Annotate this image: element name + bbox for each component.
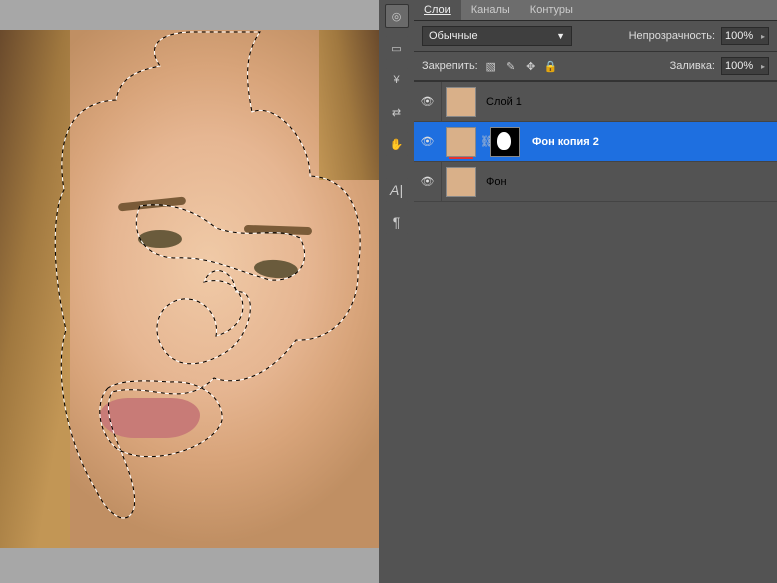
visibility-eye-icon[interactable]: 👁 [414, 82, 442, 121]
link-mask-icon[interactable]: ⛓ [480, 135, 490, 148]
chevron-right-icon: ▸ [761, 62, 765, 71]
layers-panel: Слои Каналы Контуры Обычные ▼ Непрозрачн… [414, 0, 777, 583]
lock-move-icon[interactable]: ✥ [524, 59, 538, 73]
app-root: ◎ ▭ ¥ ⇄ ✋ A| ¶ Слои Каналы Контуры Обычн… [0, 0, 777, 583]
brush-icon[interactable]: ¥ [385, 68, 409, 92]
tab-layers[interactable]: Слои [414, 0, 461, 20]
fill-label: Заливка: [670, 60, 715, 72]
tab-paths[interactable]: Контуры [520, 0, 583, 20]
layer-name[interactable]: Фон [486, 176, 777, 188]
layer-mask-thumbnail[interactable] [490, 127, 520, 157]
lock-label: Закрепить: [422, 60, 478, 72]
layer-name[interactable]: Фон копия 2 [532, 136, 777, 148]
opacity-label: Непрозрачность: [629, 30, 715, 42]
layer-row[interactable]: 👁 ⛓ Фон копия 2 [414, 122, 777, 162]
visibility-eye-icon[interactable]: 👁 [414, 122, 442, 161]
fill-value: 100% [725, 60, 753, 72]
blend-mode-value: Обычные [429, 30, 478, 42]
layers-list: 👁 Слой 1 👁 ⛓ Фон копия 2 👁 Фон [414, 81, 777, 583]
fill-input[interactable]: 100% ▸ [721, 57, 769, 75]
layer-name[interactable]: Слой 1 [486, 96, 777, 108]
tab-label: Слои [424, 4, 451, 16]
note-icon[interactable]: ▭ [385, 36, 409, 60]
layer-thumbnail[interactable] [446, 127, 476, 157]
layer-thumbnail[interactable] [446, 167, 476, 197]
opacity-input[interactable]: 100% ▸ [721, 27, 769, 45]
lock-paint-icon[interactable]: ✎ [504, 59, 518, 73]
marching-ants-selection [0, 30, 379, 548]
vertical-toolbar: ◎ ▭ ¥ ⇄ ✋ A| ¶ [379, 0, 414, 583]
canvas-area[interactable] [0, 0, 379, 583]
blend-opacity-row: Обычные ▼ Непрозрачность: 100% ▸ [414, 21, 777, 52]
tab-label: Контуры [530, 4, 573, 16]
layer-row[interactable]: 👁 Фон [414, 162, 777, 202]
lock-fill-row: Закрепить: ▧ ✎ ✥ 🔒 Заливка: 100% ▸ [414, 52, 777, 81]
lock-icons-group: ▧ ✎ ✥ 🔒 [484, 59, 558, 73]
lock-transparent-icon[interactable]: ▧ [484, 59, 498, 73]
document-canvas[interactable] [0, 30, 379, 548]
blend-mode-select[interactable]: Обычные ▼ [422, 26, 572, 46]
chevron-right-icon: ▸ [761, 32, 765, 41]
tab-channels[interactable]: Каналы [461, 0, 520, 20]
lock-all-icon[interactable]: 🔒 [544, 59, 558, 73]
paragraph-icon[interactable]: ¶ [385, 210, 409, 234]
swap-icon[interactable]: ⇄ [385, 100, 409, 124]
visibility-eye-icon[interactable]: 👁 [414, 162, 442, 201]
panel-tabs: Слои Каналы Контуры [414, 0, 777, 21]
opacity-value: 100% [725, 30, 753, 42]
layer-row[interactable]: 👁 Слой 1 [414, 82, 777, 122]
layer-thumbnail[interactable] [446, 87, 476, 117]
hand-icon[interactable]: ✋ [385, 132, 409, 156]
tab-label: Каналы [471, 4, 510, 16]
text-tool-icon[interactable]: A| [385, 178, 409, 202]
camera-icon[interactable]: ◎ [385, 4, 409, 28]
chevron-down-icon: ▼ [556, 31, 565, 41]
